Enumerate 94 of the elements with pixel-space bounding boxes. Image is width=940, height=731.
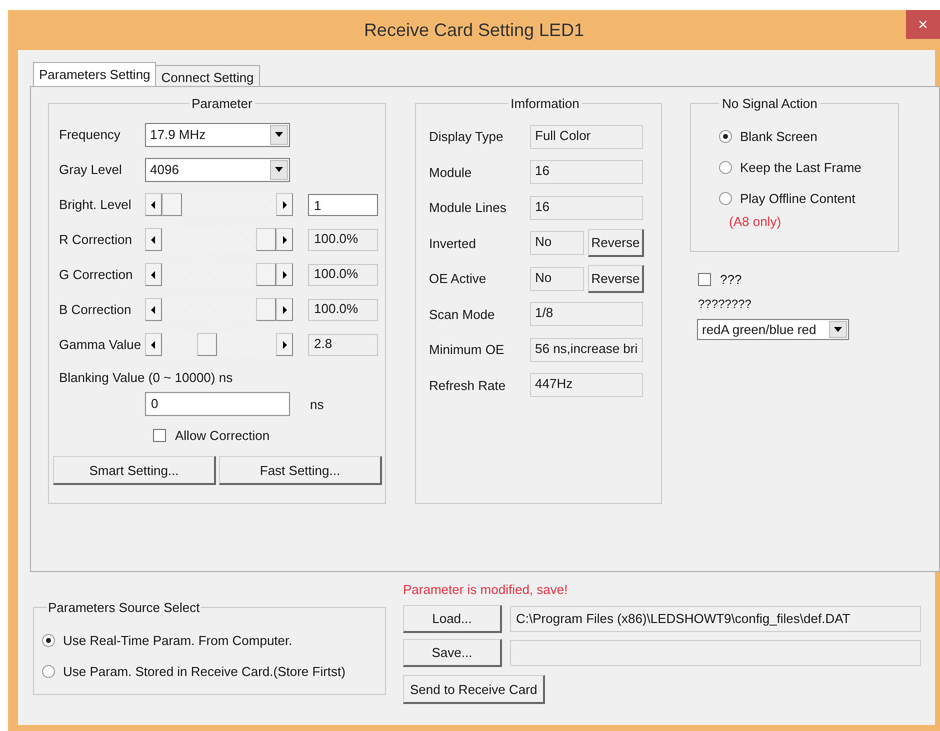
- checkbox[interactable]: [153, 429, 166, 442]
- field-label: Refresh Rate: [429, 378, 507, 393]
- scroll-left-button[interactable]: [145, 228, 162, 251]
- reverse-button[interactable]: Reverse: [588, 264, 644, 293]
- field-label: B Correction: [59, 302, 132, 317]
- dropdown-value: 4096: [150, 162, 179, 177]
- radio-button[interactable]: [719, 192, 732, 205]
- slider-thumb[interactable]: [256, 228, 276, 251]
- path-field[interactable]: [510, 640, 921, 666]
- scroll-left-button[interactable]: [145, 333, 162, 356]
- field-label: Module Lines: [429, 200, 508, 216]
- radio-button[interactable]: [719, 130, 732, 143]
- slider[interactable]: [145, 228, 293, 251]
- scroll-left-button[interactable]: [145, 193, 162, 216]
- slider[interactable]: [145, 193, 293, 216]
- tab[interactable]: Parameters Setting: [33, 62, 156, 86]
- caret-icon: [833, 324, 843, 334]
- status-message: Parameter is modified, save!: [403, 582, 569, 599]
- group-title: Parameters Source Select: [47, 600, 201, 615]
- send-button[interactable]: Send to Receive Card: [403, 675, 546, 704]
- value-field: 16: [530, 160, 643, 184]
- value-field: Full Color: [530, 124, 643, 149]
- field-label: Display Type: [429, 129, 504, 144]
- value-field: 100.0%: [308, 264, 378, 286]
- note-text: (A8 only): [729, 214, 782, 229]
- field-label: Module: [429, 164, 473, 180]
- field-label: Scan Mode: [429, 306, 496, 322]
- option-label: Use Real-Time Param. From Computer.: [63, 633, 292, 648]
- checkbox[interactable]: [698, 273, 711, 286]
- slider[interactable]: [145, 333, 293, 356]
- value-field: 56 ns,increase bri: [530, 338, 643, 362]
- close-button[interactable]: ×: [906, 10, 940, 39]
- slider-thumb[interactable]: [196, 333, 217, 356]
- value-field: 100.0%: [308, 298, 378, 320]
- radio-button[interactable]: [42, 634, 55, 647]
- field-label: Blanking Value (0 ~ 10000) ns: [59, 370, 234, 385]
- path-field[interactable]: C:\Program Files (x86)\LEDSHOWT9\config_files\def.DAT: [510, 606, 921, 632]
- value-field: 16: [530, 196, 643, 220]
- option-label: Blank Screen: [740, 129, 818, 144]
- scroll-right-button[interactable]: [276, 193, 293, 216]
- unit-label: ns: [310, 396, 324, 412]
- scroll-right-button[interactable]: [276, 228, 293, 251]
- dropdown[interactable]: 4096: [145, 158, 290, 182]
- value-field: No: [530, 231, 584, 256]
- value-field: 2.8: [308, 334, 378, 356]
- caret-icon: [274, 130, 284, 140]
- reverse-button[interactable]: Reverse: [588, 229, 644, 258]
- field-label: OE Active: [429, 271, 488, 286]
- group-title: No Signal Action: [721, 96, 818, 111]
- field-label: ????????: [698, 297, 752, 311]
- option-label: Use Param. Stored in Receive Card.(Store Firtst): [63, 664, 346, 679]
- slider-thumb[interactable]: [256, 263, 276, 286]
- value-field: No: [530, 266, 584, 291]
- field-label: Gamma Value: [59, 337, 142, 352]
- field-label: Frequency: [59, 127, 122, 142]
- scroll-right-button[interactable]: [276, 333, 293, 356]
- slider[interactable]: [145, 298, 293, 321]
- value-field: 100.0%: [308, 228, 378, 250]
- field-label: R Correction: [59, 232, 133, 247]
- dropdown[interactable]: redA green/blue red: [697, 319, 849, 340]
- save-button[interactable]: Save...: [403, 639, 502, 667]
- setting-button[interactable]: Smart Setting...: [53, 456, 216, 485]
- caret-icon: [274, 164, 284, 174]
- scroll-right-button[interactable]: [276, 298, 293, 321]
- radio-button[interactable]: [719, 161, 732, 174]
- checkbox-label: Allow Correction: [175, 428, 270, 443]
- slider[interactable]: [145, 263, 293, 286]
- scroll-left-button[interactable]: [145, 298, 162, 321]
- checkbox-label: ???: [720, 272, 742, 287]
- slider-thumb[interactable]: [162, 193, 182, 216]
- field-label: Inverted: [429, 236, 477, 251]
- field-label: Gray Level: [59, 162, 123, 177]
- tab[interactable]: Connect Setting: [156, 65, 260, 86]
- option-label: Keep the Last Frame: [740, 160, 862, 175]
- field-label: Bright. Level: [59, 197, 132, 212]
- slider-thumb[interactable]: [256, 298, 276, 321]
- value-field: 1/8: [530, 302, 643, 326]
- input-field[interactable]: 0: [145, 392, 290, 416]
- dropdown-value: redA green/blue red: [702, 322, 816, 337]
- radio-button[interactable]: [42, 665, 55, 678]
- load-button[interactable]: Load...: [403, 605, 502, 633]
- scroll-left-button[interactable]: [145, 263, 162, 286]
- group-title: Parameter: [190, 96, 254, 111]
- dropdown[interactable]: 17.9 MHz: [145, 122, 290, 146]
- value-field: 447Hz: [530, 373, 643, 398]
- group-title: Imformation: [510, 96, 580, 111]
- setting-button[interactable]: Fast Setting...: [219, 456, 382, 485]
- option-label: Play Offline Content: [740, 191, 856, 206]
- field-label: G Correction: [59, 267, 134, 282]
- field-label: Minimum OE: [429, 342, 506, 358]
- window-title: Receive Card Setting LED1: [364, 20, 584, 40]
- input-field[interactable]: 1: [308, 194, 378, 216]
- dropdown-value: 17.9 MHz: [150, 127, 206, 142]
- scroll-right-button[interactable]: [276, 263, 293, 286]
